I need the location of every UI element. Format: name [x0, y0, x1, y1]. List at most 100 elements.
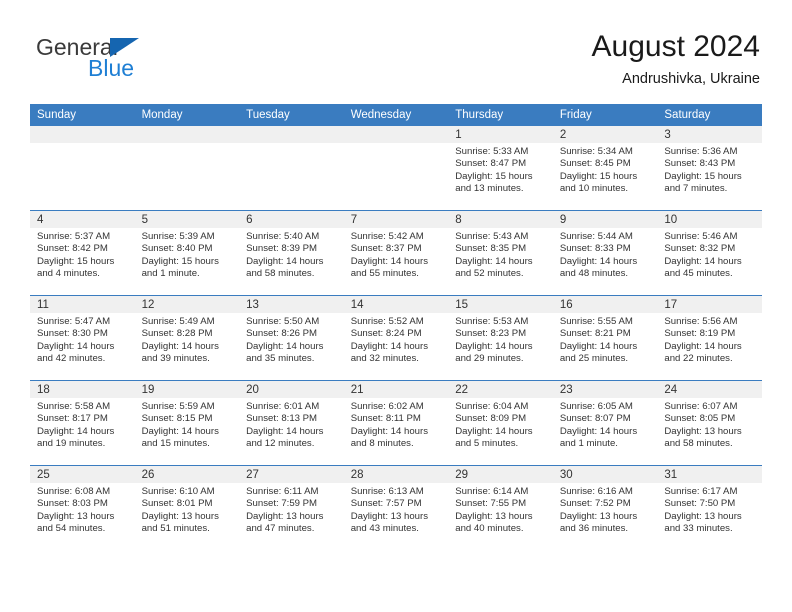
calendar-day-cell[interactable]: 3 Sunrise: 5:36 AM Sunset: 8:43 PM Daylight… — [657, 126, 762, 211]
day-number: 18 — [30, 381, 135, 398]
calendar-day-cell[interactable]: 5 Sunrise: 5:39 AM Sunset: 8:40 PM Daylight… — [134, 210, 240, 296]
calendar-day-cell[interactable]: 10 Sunrise: 5:46 AM Sunset: 8:32 PM Dayligh… — [657, 210, 762, 296]
daylight-text-line1: Daylight: 14 hours — [350, 340, 429, 352]
day-details: Sunrise: 5:42 AM Sunset: 8:37 PM Daylight:… — [344, 228, 449, 280]
calendar-day-cell[interactable]: 23 Sunrise: 6:05 AM Sunset: 8:07 PM Dayligh… — [552, 380, 658, 466]
daylight-text-line2: and 52 minutes. — [455, 267, 524, 279]
day-number: 2 — [552, 126, 658, 143]
title-block: August 2024 Andrushivka, Ukraine — [592, 30, 760, 88]
sunrise-text: Sunrise: 6:02 AM — [350, 401, 424, 412]
daylight-text-line2: and 51 minutes. — [141, 522, 210, 534]
calendar-day-cell[interactable]: 1 Sunrise: 5:33 AM Sunset: 8:47 PM Daylight… — [448, 126, 553, 211]
daylight-text-line2: and 7 minutes. — [664, 182, 728, 194]
sunset-text: Sunset: 8:35 PM — [455, 243, 527, 255]
daylight-text-line1: Daylight: 13 hours — [141, 510, 219, 522]
daylight-text-line1: Daylight: 14 hours — [141, 340, 219, 352]
page-title: August 2024 — [591, 30, 760, 63]
weekday-header-saturday: Saturday — [657, 104, 762, 126]
day-details: Sunrise: 6:05 AM Sunset: 8:07 PM Daylight:… — [553, 398, 658, 450]
calendar-day-cell[interactable]: 28 Sunrise: 6:13 AM Sunset: 7:57 PM Dayligh… — [343, 465, 449, 550]
sunset-text: Sunset: 8:30 PM — [37, 328, 108, 340]
sunrise-text: Sunrise: 6:11 AM — [246, 486, 319, 497]
day-number: 9 — [552, 211, 658, 228]
calendar-day-cell[interactable]: 25 Sunrise: 6:08 AM Sunset: 8:03 PM Dayligh… — [30, 465, 135, 550]
sunrise-text: Sunrise: 5:34 AM — [559, 146, 633, 157]
calendar-day-cell[interactable]: 22 Sunrise: 6:04 AM Sunset: 8:09 PM Dayligh… — [448, 380, 553, 466]
calendar-day-cell[interactable]: 20 Sunrise: 6:01 AM Sunset: 8:13 PM Dayligh… — [239, 380, 344, 466]
calendar-day-cell[interactable]: 8 Sunrise: 5:43 AM Sunset: 8:35 PM Daylight… — [448, 210, 553, 296]
calendar-day-cell[interactable]: 27 Sunrise: 6:11 AM Sunset: 7:59 PM Dayligh… — [239, 465, 344, 550]
daylight-text-line1: Daylight: 14 hours — [246, 340, 324, 352]
daylight-text-line1: Daylight: 14 hours — [455, 255, 533, 267]
sunset-text: Sunset: 8:13 PM — [246, 413, 318, 425]
daylight-text-line1: Daylight: 14 hours — [664, 255, 742, 267]
sunrise-text: Sunrise: 5:46 AM — [664, 231, 738, 242]
sunset-text: Sunset: 7:52 PM — [559, 498, 631, 510]
calendar-day-cell[interactable]: 19 Sunrise: 5:59 AM Sunset: 8:15 PM Dayligh… — [134, 380, 240, 466]
day-details: Sunrise: 5:55 AM Sunset: 8:21 PM Daylight:… — [553, 313, 658, 365]
calendar-day-cell[interactable]: 4 Sunrise: 5:37 AM Sunset: 8:42 PM Daylight… — [30, 210, 135, 296]
day-number: 6 — [239, 211, 344, 228]
calendar-day-cell[interactable]: 21 Sunrise: 6:02 AM Sunset: 8:11 PM Dayligh… — [343, 380, 449, 466]
day-details: Sunrise: 5:53 AM Sunset: 8:23 PM Daylight:… — [448, 313, 553, 365]
calendar-day-cell[interactable]: 29 Sunrise: 6:14 AM Sunset: 7:55 PM Dayligh… — [448, 465, 553, 550]
calendar-day-cell[interactable]: 13 Sunrise: 5:50 AM Sunset: 8:26 PM Dayligh… — [239, 295, 344, 381]
day-number — [30, 126, 135, 143]
sunset-text: Sunset: 8:47 PM — [455, 158, 527, 170]
calendar-day-cell[interactable]: 2 Sunrise: 5:34 AM Sunset: 8:45 PM Daylight… — [552, 126, 658, 211]
daylight-text-line2: and 29 minutes. — [455, 352, 524, 364]
calendar-day-cell[interactable]: 26 Sunrise: 6:10 AM Sunset: 8:01 PM Dayligh… — [134, 465, 240, 550]
calendar-table: Sunday Monday Tuesday Wednesday Thursday… — [30, 104, 762, 550]
sunset-text: Sunset: 8:42 PM — [37, 243, 108, 255]
calendar-day-cell[interactable]: 30 Sunrise: 6:16 AM Sunset: 7:52 PM Dayligh… — [552, 465, 658, 550]
calendar-day-cell[interactable]: 11 Sunrise: 5:47 AM Sunset: 8:30 PM Dayligh… — [30, 295, 135, 381]
daylight-text-line1: Daylight: 14 hours — [455, 425, 533, 437]
day-details: Sunrise: 5:39 AM Sunset: 8:40 PM Daylight:… — [135, 228, 240, 280]
calendar-day-cell[interactable]: 17 Sunrise: 5:56 AM Sunset: 8:19 PM Dayligh… — [657, 295, 762, 381]
weekday-header-tuesday: Tuesday — [239, 104, 344, 126]
calendar-day-cell[interactable]: 31 Sunrise: 6:17 AM Sunset: 7:50 PM Dayligh… — [657, 465, 762, 550]
day-details: Sunrise: 6:14 AM Sunset: 7:55 PM Daylight:… — [448, 483, 553, 535]
day-number: 11 — [30, 296, 135, 313]
sunset-text: Sunset: 8:45 PM — [559, 158, 631, 170]
day-details: Sunrise: 5:44 AM Sunset: 8:33 PM Daylight:… — [553, 228, 658, 280]
sunset-text: Sunset: 8:05 PM — [664, 413, 736, 425]
brand-logo[interactable]: General Blue — [36, 36, 276, 80]
sunrise-text: Sunrise: 6:16 AM — [559, 486, 633, 497]
calendar-day-cell[interactable]: 12 Sunrise: 5:49 AM Sunset: 8:28 PM Dayligh… — [134, 295, 240, 381]
calendar-day-cell[interactable]: 15 Sunrise: 5:53 AM Sunset: 8:23 PM Dayligh… — [448, 295, 553, 381]
day-number: 22 — [448, 381, 553, 398]
day-details: Sunrise: 5:36 AM Sunset: 8:43 PM Daylight:… — [657, 143, 762, 195]
day-number: 3 — [657, 126, 762, 143]
daylight-text-line2: and 58 minutes. — [246, 267, 315, 279]
daylight-text-line1: Daylight: 13 hours — [455, 510, 533, 522]
sunset-text: Sunset: 8:21 PM — [559, 328, 631, 340]
day-details: Sunrise: 5:49 AM Sunset: 8:28 PM Daylight:… — [135, 313, 240, 365]
calendar-day-cell[interactable]: 9 Sunrise: 5:44 AM Sunset: 8:33 PM Daylight… — [552, 210, 658, 296]
calendar-day-cell[interactable]: 14 Sunrise: 5:52 AM Sunset: 8:24 PM Dayligh… — [343, 295, 449, 381]
daylight-text-line2: and 39 minutes. — [141, 352, 210, 364]
daylight-text-line1: Daylight: 14 hours — [141, 425, 219, 437]
day-details: Sunrise: 6:08 AM Sunset: 8:03 PM Daylight:… — [30, 483, 135, 535]
daylight-text-line2: and 22 minutes. — [664, 352, 733, 364]
daylight-text-line1: Daylight: 14 hours — [246, 255, 324, 267]
calendar-day-cell[interactable]: 18 Sunrise: 5:58 AM Sunset: 8:17 PM Dayligh… — [30, 380, 135, 466]
sunrise-text: Sunrise: 6:01 AM — [246, 401, 320, 412]
daylight-text-line2: and 36 minutes. — [559, 522, 629, 534]
sunset-text: Sunset: 7:59 PM — [246, 498, 318, 510]
day-details — [344, 143, 449, 147]
daylight-text-line2: and 58 minutes. — [664, 437, 733, 449]
sunset-text: Sunset: 8:11 PM — [350, 413, 421, 425]
sunrise-text: Sunrise: 5:37 AM — [37, 231, 111, 242]
day-number: 23 — [552, 381, 658, 398]
sunset-text: Sunset: 8:03 PM — [37, 498, 108, 510]
sunrise-text: Sunrise: 5:42 AM — [350, 231, 424, 242]
calendar-day-cell[interactable]: 24 Sunrise: 6:07 AM Sunset: 8:05 PM Dayligh… — [657, 380, 762, 466]
daylight-text-line1: Daylight: 13 hours — [37, 510, 115, 522]
calendar-day-cell[interactable]: 6 Sunrise: 5:40 AM Sunset: 8:39 PM Daylight… — [239, 210, 344, 296]
day-number: 4 — [30, 211, 135, 228]
weekday-header-friday: Friday — [552, 104, 658, 126]
day-details: Sunrise: 6:11 AM Sunset: 7:59 PM Daylight:… — [239, 483, 344, 535]
calendar-day-cell[interactable]: 16 Sunrise: 5:55 AM Sunset: 8:21 PM Dayligh… — [552, 295, 658, 381]
calendar-day-cell[interactable]: 7 Sunrise: 5:42 AM Sunset: 8:37 PM Daylight… — [343, 210, 449, 296]
